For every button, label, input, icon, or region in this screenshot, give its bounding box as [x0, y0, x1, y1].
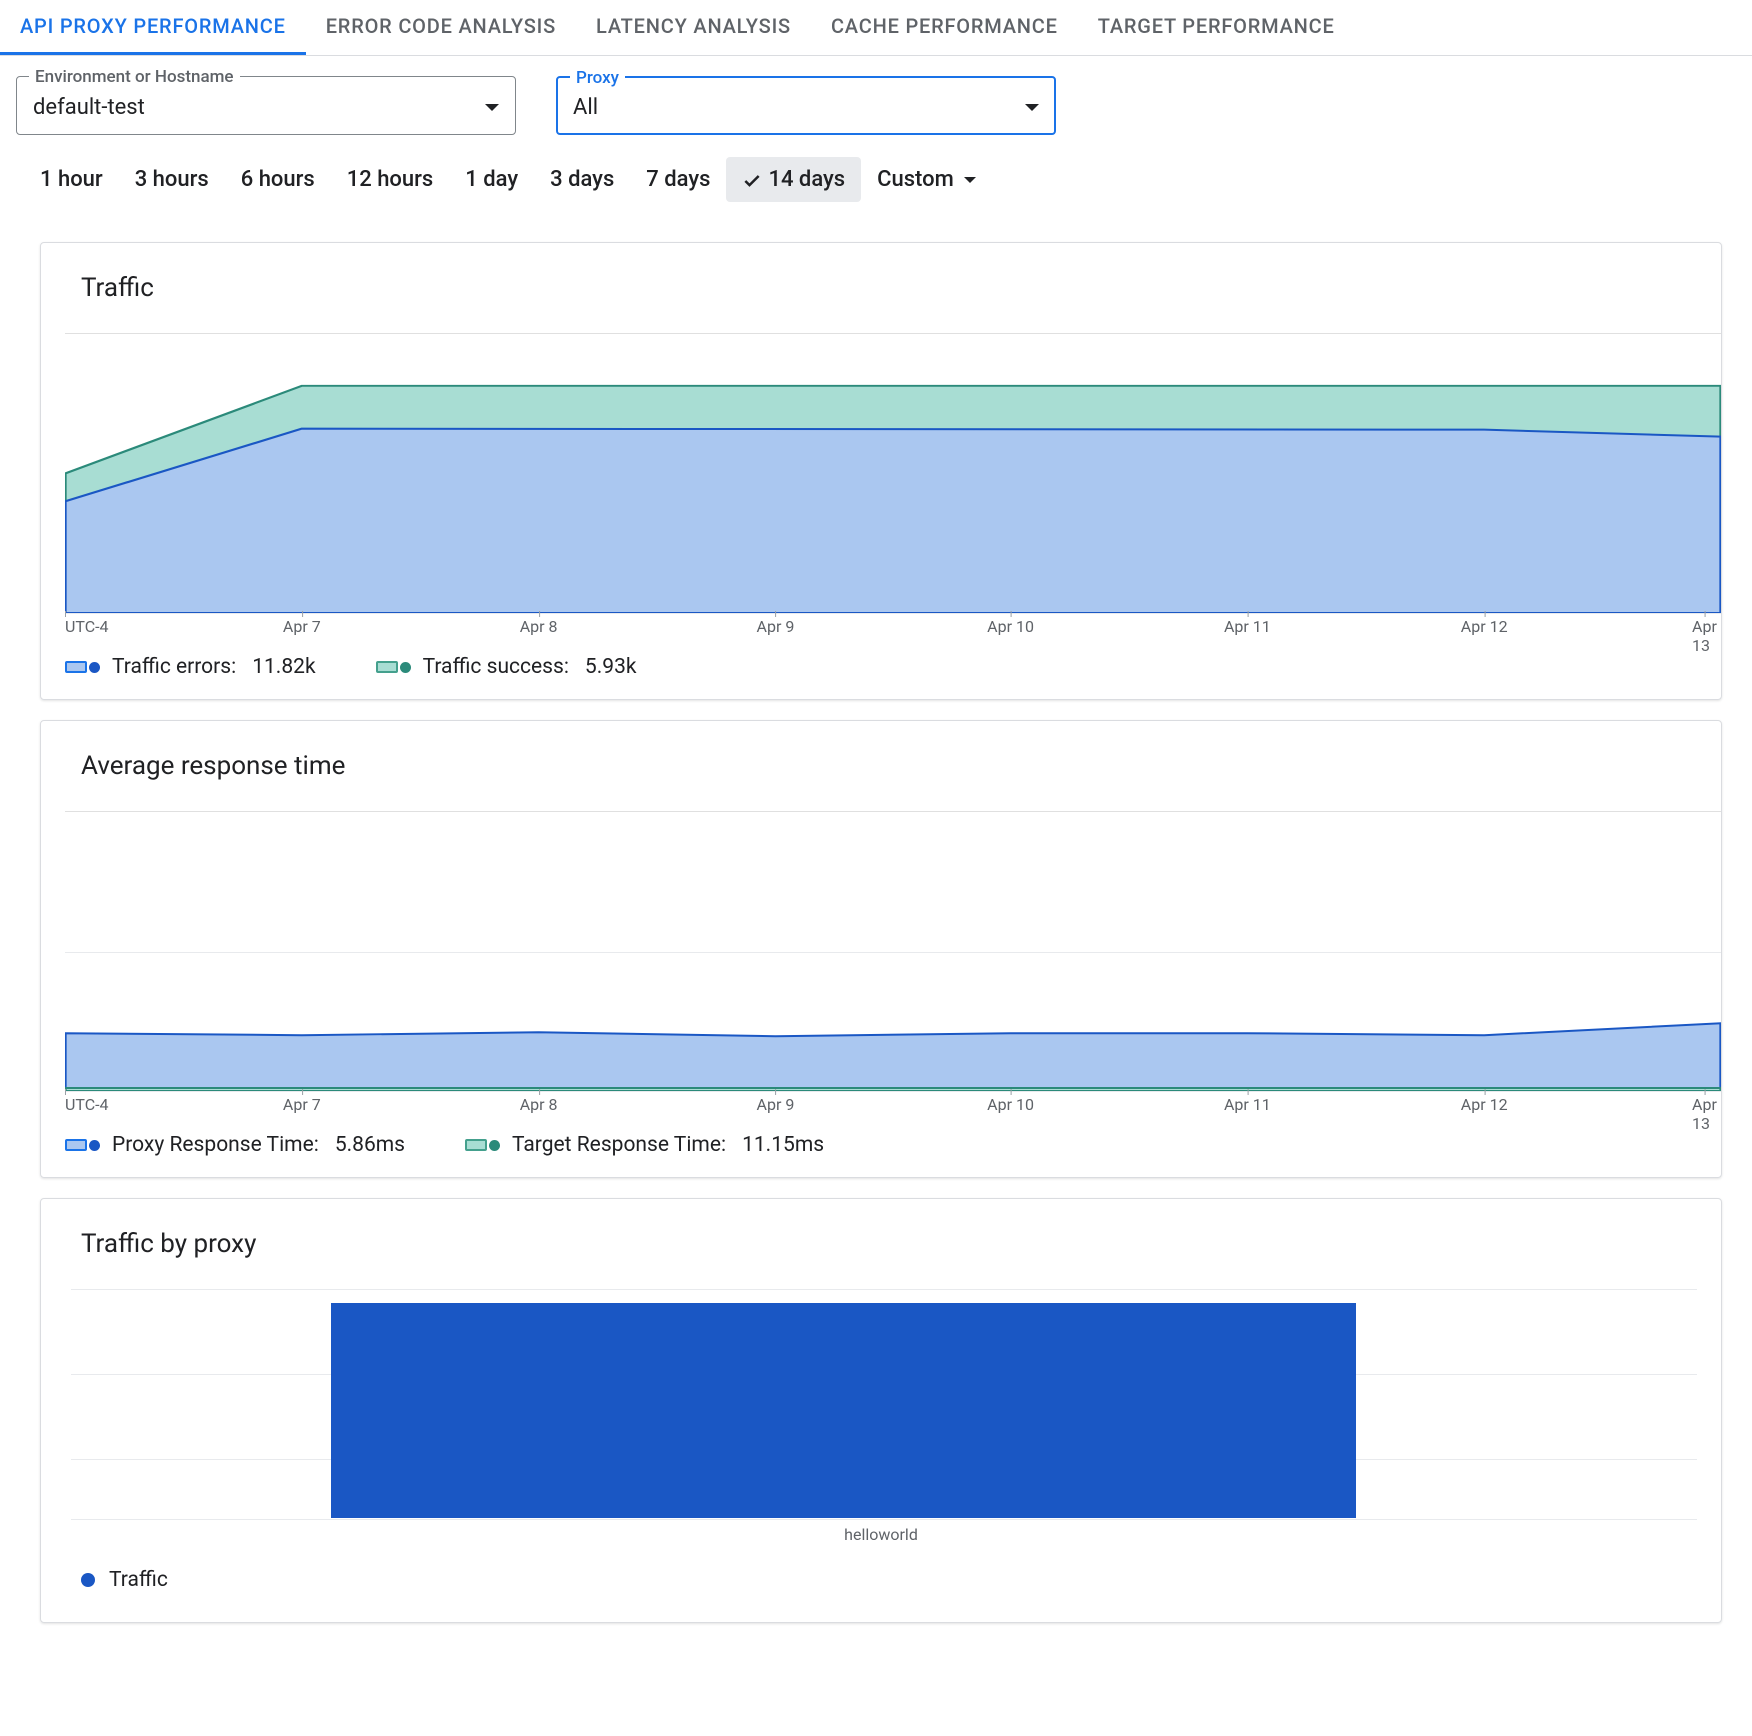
- chevron-down-icon: [485, 104, 499, 111]
- time-1hour[interactable]: 1 hour: [24, 157, 119, 202]
- x-tick: Apr 11: [1224, 1095, 1271, 1114]
- x-tick-tz: UTC-4: [65, 1095, 109, 1114]
- latency-card: Average response time UTC-4 Apr 7 Apr 8 …: [40, 720, 1722, 1178]
- series-swatch-icon: [465, 1139, 500, 1151]
- time-custom-label: Custom: [877, 167, 954, 192]
- x-tick: Apr 12: [1461, 1095, 1508, 1114]
- traffic-legend: Traffic errors: 11.82k Traffic success: …: [41, 637, 1721, 679]
- chevron-down-icon: [964, 177, 976, 183]
- legend-label: Traffic success:: [423, 655, 569, 679]
- x-tick: Apr 8: [520, 1095, 558, 1114]
- x-tick: Apr 13: [1692, 617, 1717, 655]
- time-3hours[interactable]: 3 hours: [119, 157, 225, 202]
- x-tick: Apr 10: [987, 617, 1034, 636]
- proxy-select-value: All: [573, 95, 598, 120]
- legend-proxy-response[interactable]: Proxy Response Time: 5.86ms: [65, 1133, 405, 1157]
- byproxy-card: Traffic by proxy helloworld Traffic: [40, 1198, 1722, 1623]
- byproxy-title: Traffic by proxy: [41, 1229, 1721, 1289]
- legend-value: 11.82k: [252, 655, 315, 679]
- series-swatch-icon: [65, 661, 100, 673]
- legend-traffic-errors[interactable]: Traffic errors: 11.82k: [65, 655, 316, 679]
- traffic-card: Traffic UTC-4 Apr 7 Apr 8 Apr 9 Apr 10 A…: [40, 242, 1722, 700]
- legend-label: Proxy Response Time:: [112, 1133, 319, 1157]
- x-tick: Apr 13: [1692, 1095, 1717, 1133]
- time-custom[interactable]: Custom: [861, 157, 992, 202]
- x-tick: Apr 7: [283, 1095, 321, 1114]
- legend-label: Target Response Time:: [512, 1133, 726, 1157]
- x-tick-tz: UTC-4: [65, 617, 109, 636]
- proxy-select[interactable]: Proxy All: [556, 76, 1056, 135]
- proxy-select-label: Proxy: [570, 68, 625, 88]
- environment-select[interactable]: Environment or Hostname default-test: [16, 76, 516, 135]
- tab-api-proxy-performance[interactable]: API PROXY PERFORMANCE: [0, 0, 306, 55]
- time-14days-label: 14 days: [768, 167, 845, 192]
- tab-latency-analysis[interactable]: LATENCY ANALYSIS: [576, 0, 811, 55]
- x-tick: Apr 7: [283, 617, 321, 636]
- legend-target-response[interactable]: Target Response Time: 11.15ms: [465, 1133, 824, 1157]
- x-tick: Apr 8: [520, 617, 558, 636]
- time-1day[interactable]: 1 day: [449, 157, 534, 202]
- filter-row: Environment or Hostname default-test Pro…: [0, 56, 1752, 145]
- time-7days[interactable]: 7 days: [630, 157, 726, 202]
- latency-x-axis: UTC-4 Apr 7 Apr 8 Apr 9 Apr 10 Apr 11 Ap…: [65, 1091, 1721, 1115]
- time-14days[interactable]: 14 days: [726, 157, 861, 202]
- x-tick: Apr 10: [987, 1095, 1034, 1114]
- check-icon: [742, 170, 762, 190]
- time-12hours[interactable]: 12 hours: [331, 157, 450, 202]
- time-6hours[interactable]: 6 hours: [225, 157, 331, 202]
- legend-label: Traffic errors:: [112, 655, 236, 679]
- x-tick: Apr 11: [1224, 617, 1271, 636]
- time-range-row: 1 hour 3 hours 6 hours 12 hours 1 day 3 …: [0, 145, 1752, 222]
- legend-value: 11.15ms: [742, 1133, 824, 1157]
- legend-value: 5.93k: [585, 655, 637, 679]
- tabs-row: API PROXY PERFORMANCE ERROR CODE ANALYSI…: [0, 0, 1752, 56]
- bar-helloworld[interactable]: [331, 1303, 1355, 1518]
- byproxy-chart[interactable]: [71, 1289, 1697, 1519]
- x-tick: Apr 9: [757, 1095, 795, 1114]
- series-dot-icon: [81, 1573, 95, 1587]
- traffic-title: Traffic: [41, 273, 1721, 333]
- chevron-down-icon: [1025, 104, 1039, 111]
- legend-value: 5.86ms: [335, 1133, 405, 1157]
- x-tick: Apr 12: [1461, 617, 1508, 636]
- traffic-chart[interactable]: [65, 333, 1721, 613]
- time-3days[interactable]: 3 days: [534, 157, 630, 202]
- series-swatch-icon: [376, 661, 411, 673]
- byproxy-xlabel: helloworld: [41, 1525, 1721, 1544]
- tab-error-code-analysis[interactable]: ERROR CODE ANALYSIS: [306, 0, 576, 55]
- traffic-x-axis: UTC-4 Apr 7 Apr 8 Apr 9 Apr 10 Apr 11 Ap…: [65, 613, 1721, 637]
- legend-label: Traffic: [109, 1568, 168, 1592]
- tab-target-performance[interactable]: TARGET PERFORMANCE: [1078, 0, 1355, 55]
- environment-select-label: Environment or Hostname: [29, 67, 240, 87]
- latency-title: Average response time: [41, 751, 1721, 811]
- latency-legend: Proxy Response Time: 5.86ms Target Respo…: [41, 1115, 1721, 1157]
- latency-chart[interactable]: [65, 811, 1721, 1091]
- byproxy-legend: Traffic: [41, 1544, 1721, 1602]
- series-swatch-icon: [65, 1139, 100, 1151]
- legend-traffic-success[interactable]: Traffic success: 5.93k: [376, 655, 637, 679]
- tab-cache-performance[interactable]: CACHE PERFORMANCE: [811, 0, 1078, 55]
- environment-select-value: default-test: [33, 95, 145, 120]
- x-tick: Apr 9: [757, 617, 795, 636]
